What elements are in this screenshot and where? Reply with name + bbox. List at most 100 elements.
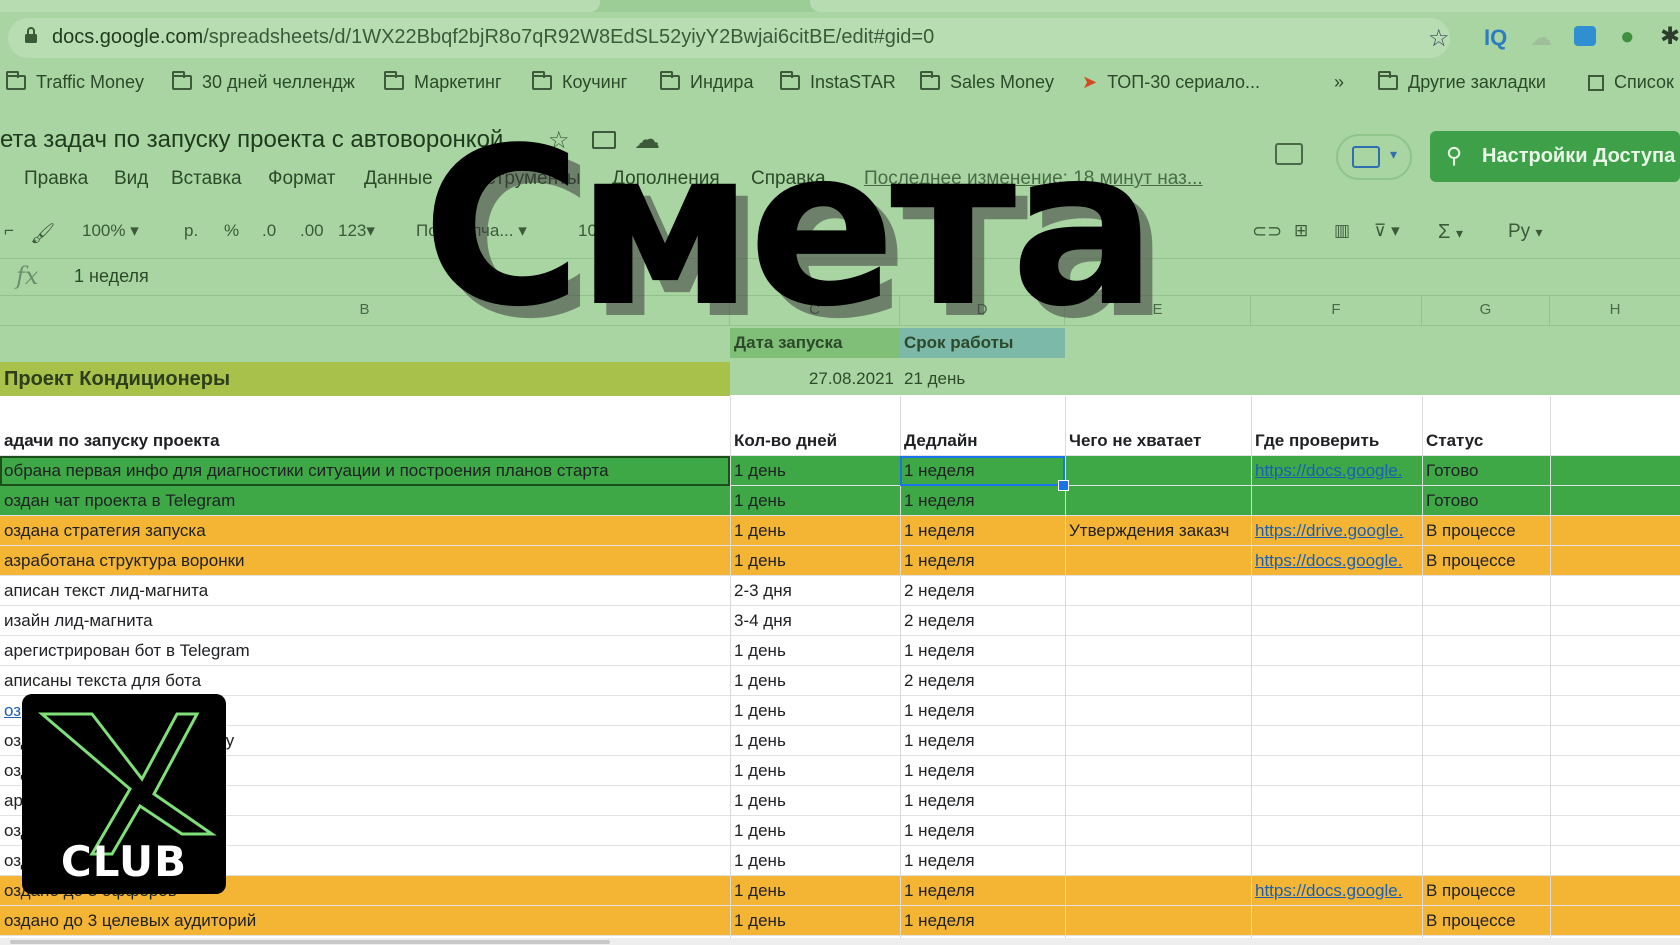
cell-days[interactable]: 1 день — [730, 696, 900, 726]
paint-roller-icon[interactable]: 🖌 — [30, 221, 55, 246]
browser-tab-left[interactable] — [0, 0, 600, 12]
cell-deadline[interactable]: 1 неделя — [900, 786, 1065, 816]
cell-missing[interactable] — [1065, 546, 1251, 576]
cell-missing[interactable]: Утверждения заказч — [1065, 516, 1251, 546]
cell-missing[interactable] — [1065, 606, 1251, 636]
cell-deadline[interactable]: 1 неделя — [900, 516, 1065, 546]
horizontal-scrollbar[interactable] — [10, 940, 610, 944]
cell-deadline[interactable]: 2 неделя — [900, 606, 1065, 636]
evernote-extension-icon[interactable]: ● — [1620, 23, 1635, 51]
input-tools-button[interactable]: Ру ▾ — [1508, 221, 1543, 243]
cell-missing[interactable] — [1065, 726, 1251, 756]
cell-check[interactable] — [1251, 786, 1422, 816]
cell-deadline[interactable]: 1 неделя — [900, 906, 1065, 936]
cell-task[interactable]: азработана структура воронки — [0, 546, 730, 576]
insert-comment-icon[interactable]: ⊞ — [1294, 221, 1308, 241]
bookmark-sales-money[interactable]: Sales Money — [920, 71, 1054, 93]
cell-days[interactable]: 1 день — [730, 846, 900, 876]
cell-status[interactable]: В процессе — [1422, 546, 1550, 576]
cell-status[interactable]: В процессе — [1422, 876, 1550, 906]
cell-deadline[interactable]: 1 неделя — [900, 876, 1065, 906]
cell-status[interactable] — [1422, 816, 1550, 846]
menu-edit[interactable]: Правка — [24, 168, 88, 190]
cell-status[interactable] — [1422, 576, 1550, 606]
cell-deadline[interactable]: 1 неделя — [900, 816, 1065, 846]
cell-days[interactable]: 1 день — [730, 456, 900, 486]
cell-task[interactable]: оздана стратегия запуска — [0, 516, 730, 546]
cell-task[interactable]: изайн лид-магнита — [0, 606, 730, 636]
fill-handle[interactable] — [1058, 480, 1069, 491]
cell-days[interactable]: 1 день — [730, 516, 900, 546]
cell-status[interactable]: Готово — [1422, 486, 1550, 516]
cell-missing[interactable] — [1065, 906, 1251, 936]
star-icon[interactable]: ☆ — [1428, 24, 1450, 53]
cell-deadline[interactable]: 1 неделя — [900, 546, 1065, 576]
bookmark-traffic-money[interactable]: Traffic Money — [6, 71, 144, 93]
cell-status[interactable]: В процессе — [1422, 516, 1550, 546]
cell-missing[interactable] — [1065, 666, 1251, 696]
launch-date-value[interactable]: 27.08.2021 — [730, 364, 900, 394]
insert-chart-icon[interactable]: ▥ — [1334, 221, 1350, 241]
filter-icon[interactable]: ⊽ ▾ — [1374, 221, 1400, 241]
cell-missing[interactable] — [1065, 456, 1251, 486]
comment-icon[interactable] — [1275, 143, 1303, 165]
cell-status[interactable] — [1422, 666, 1550, 696]
formula-input[interactable]: 1 неделя — [74, 266, 149, 287]
cell-task[interactable]: аписаны текста для бота — [0, 666, 730, 696]
cell-task[interactable]: аписан текст лид-магнита — [0, 576, 730, 606]
cell-status[interactable]: Готово — [1422, 456, 1550, 486]
cell-status[interactable] — [1422, 726, 1550, 756]
cell-days[interactable]: 1 день — [730, 666, 900, 696]
cell-check[interactable] — [1251, 756, 1422, 786]
cell-check[interactable] — [1251, 726, 1422, 756]
cell-days[interactable]: 1 день — [730, 786, 900, 816]
insert-link-icon[interactable]: ⊂⊃ — [1252, 221, 1282, 242]
cell-days[interactable]: 1 день — [730, 816, 900, 846]
cell-check[interactable] — [1251, 666, 1422, 696]
cell-task[interactable]: оздано до 3 целевых аудиторий — [0, 906, 730, 936]
functions-button[interactable]: Σ ▾ — [1438, 221, 1463, 244]
cell-deadline[interactable]: 1 неделя — [900, 726, 1065, 756]
cell-status[interactable]: В процессе — [1422, 906, 1550, 936]
cloud-extension-icon[interactable]: ☁ — [1530, 25, 1552, 51]
cell-missing[interactable] — [1065, 876, 1251, 906]
iq-extension-button[interactable]: IQ — [1484, 25, 1507, 51]
cell-missing[interactable] — [1065, 846, 1251, 876]
cell-status[interactable] — [1422, 756, 1550, 786]
decrease-decimal-button[interactable]: .0 — [262, 221, 276, 241]
cell-status[interactable] — [1422, 636, 1550, 666]
paint-format-icon[interactable]: ⌐ — [4, 221, 14, 241]
reading-list[interactable]: Список — [1588, 72, 1674, 93]
cell-check[interactable] — [1251, 606, 1422, 636]
bookmark-top30[interactable]: ➤ ТОП-30 сериало... — [1082, 72, 1260, 93]
cell-deadline[interactable]: 1 неделя — [900, 636, 1065, 666]
cell-check[interactable] — [1251, 576, 1422, 606]
bookmark-30-days[interactable]: 30 дней челлендж — [172, 71, 355, 93]
percent-format-button[interactable]: % — [224, 221, 239, 241]
bookmark-other[interactable]: Другие закладки — [1378, 71, 1546, 93]
cell-missing[interactable] — [1065, 486, 1251, 516]
cell-deadline[interactable]: 2 неделя — [900, 576, 1065, 606]
cell-check[interactable] — [1251, 906, 1422, 936]
column-header-f[interactable]: F — [1251, 295, 1422, 325]
cell-check[interactable]: https://docs.google. — [1251, 546, 1422, 576]
puzzle-extensions-icon[interactable]: ✱ — [1660, 22, 1680, 51]
cell-missing[interactable] — [1065, 576, 1251, 606]
cell-check[interactable] — [1251, 816, 1422, 846]
bookmark-marketing[interactable]: Маркетинг — [384, 71, 502, 93]
cell-check[interactable] — [1251, 696, 1422, 726]
cell-days[interactable]: 1 день — [730, 636, 900, 666]
cell-check[interactable] — [1251, 486, 1422, 516]
cell-days[interactable]: 3-4 дня — [730, 606, 900, 636]
cell-status[interactable] — [1422, 696, 1550, 726]
cell-status[interactable] — [1422, 606, 1550, 636]
cell-days[interactable]: 1 день — [730, 486, 900, 516]
cell-missing[interactable] — [1065, 756, 1251, 786]
column-header-g[interactable]: G — [1422, 295, 1550, 325]
increase-decimal-button[interactable]: .00 — [300, 221, 324, 241]
column-header-h[interactable]: H — [1550, 295, 1680, 325]
share-button[interactable]: ⚲ Настройки Доступа — [1430, 131, 1680, 182]
cell-check[interactable] — [1251, 636, 1422, 666]
bookmarks-more-button[interactable]: » — [1334, 72, 1344, 93]
bookmark-instastar[interactable]: InstaSTAR — [780, 71, 896, 93]
